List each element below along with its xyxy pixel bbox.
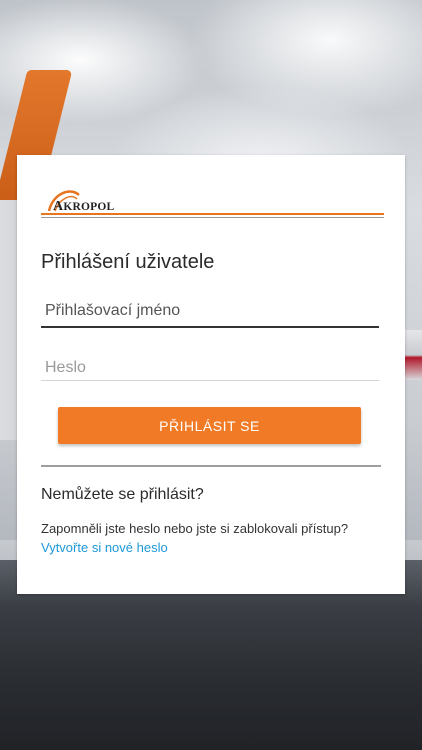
logo-underline-orange [41,213,384,215]
login-title: Přihlášení uživatele [41,251,215,273]
help-title: Nemůžete se přihlásit? [41,486,204,503]
akropol-logo: AKROPOL [41,185,384,221]
username-input[interactable] [41,298,383,324]
password-field-container [41,355,383,381]
logo-underline-gray [41,217,384,218]
login-card: AKROPOL Přihlášení uživatele PŘIHLÁSIT S… [17,155,405,594]
help-text: Zapomněli jste heslo nebo jste si zablok… [41,521,349,536]
divider [41,465,381,467]
password-input[interactable] [41,355,383,381]
username-field-container [41,298,383,328]
reset-password-link[interactable]: Vytvořte si nové heslo [41,540,168,555]
login-button[interactable]: PŘIHLÁSIT SE [58,407,361,444]
aircraft-stripe [402,330,422,380]
